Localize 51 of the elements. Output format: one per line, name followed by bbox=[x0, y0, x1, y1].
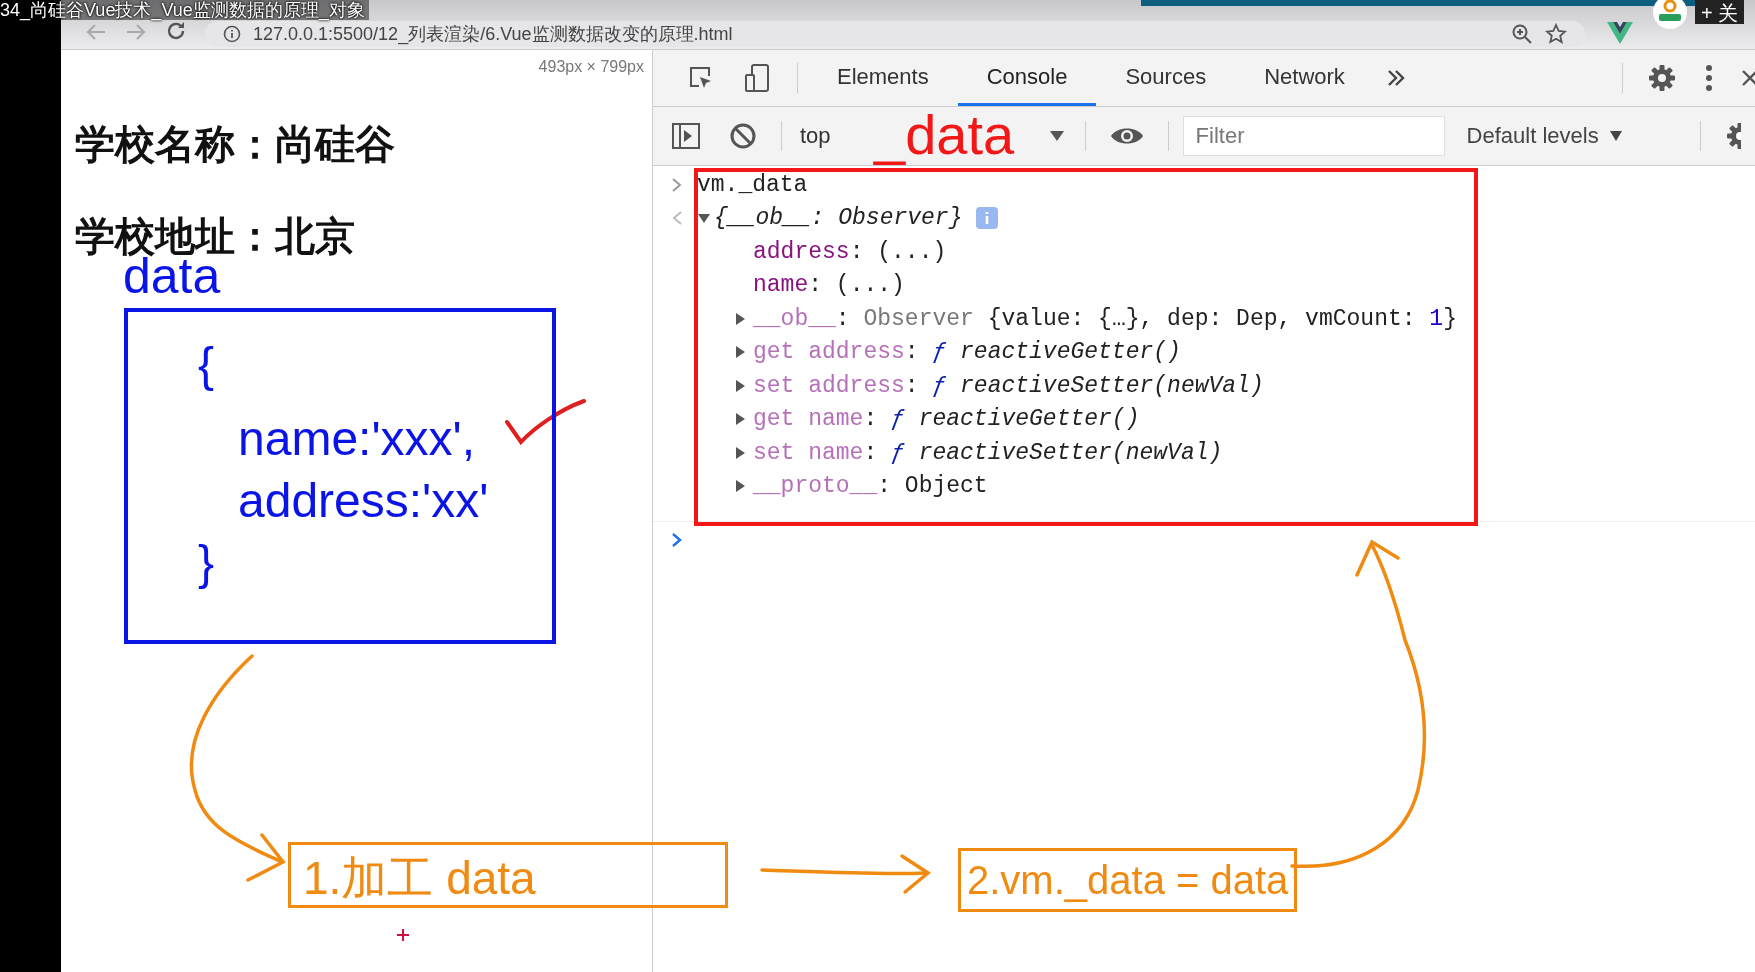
code-line: { bbox=[198, 337, 215, 393]
context-select[interactable]: top bbox=[792, 123, 839, 149]
sidebar-icon[interactable] bbox=[671, 122, 701, 150]
console-property: get name: ƒ reactiveGetter() bbox=[753, 406, 1140, 433]
menu-icon[interactable] bbox=[1705, 64, 1713, 92]
expand-triangle-icon[interactable] bbox=[733, 378, 747, 393]
code-line: } bbox=[198, 535, 215, 591]
vue-icon[interactable] bbox=[1607, 22, 1633, 44]
reload-icon[interactable] bbox=[165, 20, 187, 42]
logo-icon bbox=[1650, 0, 1690, 30]
console-property: __ob__: Observer {value: {…}, dep: Dep, vmCount: 1} bbox=[753, 305, 1457, 332]
console-property: __proto__: Object bbox=[753, 473, 988, 500]
viewport-size-label: 493px × 799px bbox=[538, 58, 644, 76]
star-icon[interactable] bbox=[1545, 23, 1567, 45]
levels-dropdown[interactable]: Default levels bbox=[1460, 122, 1629, 150]
console-property: set name: ƒ reactiveSetter(newVal) bbox=[753, 439, 1223, 466]
video-title: 34_尚硅谷Vue技术_Vue监测数据的原理_对象 bbox=[0, 0, 369, 20]
expand-triangle-icon[interactable] bbox=[733, 311, 747, 326]
expand-triangle-icon[interactable] bbox=[733, 479, 747, 494]
expand-triangle-icon[interactable] bbox=[733, 345, 747, 360]
step-label: 1.加工 data bbox=[288, 842, 728, 908]
page-heading: 学校名称：尚硅谷 bbox=[75, 121, 395, 168]
panel-tab[interactable]: Network bbox=[1235, 50, 1374, 106]
console-command: vm._data bbox=[697, 171, 808, 198]
dropdown-caret-icon[interactable] bbox=[1048, 130, 1065, 142]
settings-icon[interactable] bbox=[1647, 63, 1677, 93]
caret-icon bbox=[1608, 130, 1623, 142]
prompt-chevron-icon[interactable] bbox=[671, 532, 683, 548]
address-bar[interactable]: 127.0.0.1:5500/12_列表渲染/6.Vue监测数据改变的原理.html bbox=[205, 21, 1585, 47]
output-chevron-icon bbox=[671, 210, 683, 227]
expand-triangle-icon[interactable] bbox=[733, 445, 747, 460]
follow-button[interactable]: + 关 bbox=[1695, 0, 1745, 24]
more-tabs-icon[interactable] bbox=[1385, 69, 1406, 87]
settings-icon[interactable] bbox=[1725, 121, 1741, 151]
check-mark-icon bbox=[504, 398, 588, 448]
info-icon[interactable] bbox=[223, 25, 241, 43]
filter-field[interactable]: Filter bbox=[1182, 116, 1445, 156]
crosshair-icon bbox=[397, 929, 409, 941]
code-line: address:'xx' bbox=[238, 473, 489, 529]
console-object: {__ob__: Observer} bbox=[714, 205, 963, 232]
step-label: 2.vm._data = data bbox=[958, 848, 1298, 912]
console-property: name: (...) bbox=[753, 272, 905, 299]
code-line: name:'xxx', bbox=[238, 411, 476, 467]
console-property: set address: ƒ reactiveSetter(newVal) bbox=[753, 372, 1264, 399]
block-icon[interactable] bbox=[729, 122, 757, 150]
expand-triangle-icon[interactable] bbox=[733, 412, 747, 427]
panel-tab[interactable]: Sources bbox=[1096, 50, 1236, 106]
zoom-icon[interactable] bbox=[1511, 23, 1533, 45]
input-chevron-icon bbox=[671, 176, 683, 193]
console-property: get address: ƒ reactiveGetter() bbox=[753, 339, 1181, 366]
console-property: address: (...) bbox=[753, 238, 947, 265]
